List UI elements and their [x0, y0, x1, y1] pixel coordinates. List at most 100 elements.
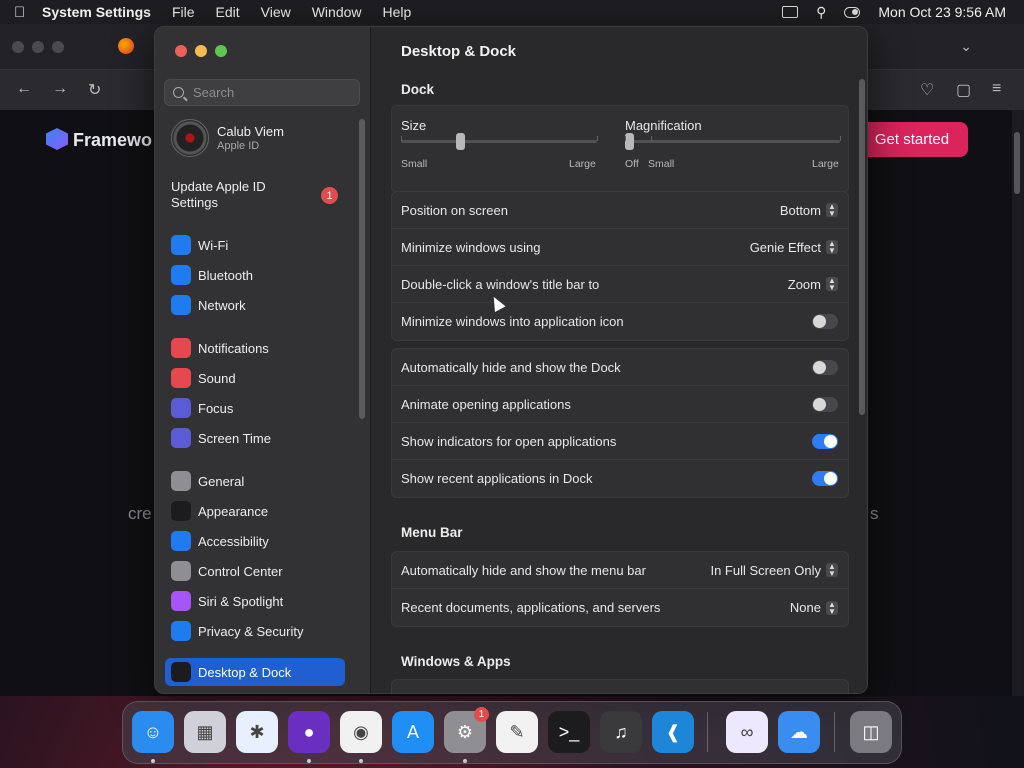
slider-tick — [650, 136, 652, 141]
menu-app-name[interactable]: System Settings — [42, 4, 151, 20]
magnification-min-label: Small — [648, 158, 675, 170]
sidebar-item-control-center[interactable]: Control Center — [165, 557, 345, 585]
search-input[interactable] — [193, 85, 343, 100]
dock-running-indicator — [359, 759, 363, 763]
size-slider-track[interactable] — [401, 140, 597, 143]
extensions-icon[interactable]: ▢ — [956, 80, 971, 100]
toggle-switch[interactable] — [812, 314, 838, 329]
popup-button[interactable]: None ▲ ▼ — [790, 600, 838, 615]
chrome-icon[interactable]: ◉ — [340, 711, 382, 753]
menu-help[interactable]: Help — [383, 4, 412, 20]
menu-icon[interactable]: ≡ — [992, 80, 1001, 98]
wifi-icon — [171, 235, 191, 255]
chevron-down-icon[interactable]: ⌄ — [960, 38, 972, 55]
main-scrollbar[interactable] — [859, 79, 865, 415]
menu-bar:  System Settings File Edit View Window … — [0, 0, 1024, 24]
pocket-icon[interactable]: ♡ — [920, 80, 934, 100]
weather-icon[interactable]: ☁ — [778, 711, 820, 753]
app-store-icon[interactable]: A — [392, 711, 434, 753]
framework-brand[interactable]: Framewo — [73, 130, 152, 151]
toggle-switch[interactable] — [812, 396, 838, 412]
magnification-slider-track[interactable] — [625, 140, 840, 143]
setting-label: Recent documents, applications, and serv… — [401, 600, 661, 615]
firefox-tab-icon[interactable] — [118, 38, 134, 54]
visual-studio-icon[interactable]: ∞ — [726, 711, 768, 753]
hero-text-right: s — [870, 504, 879, 523]
sidebar-item-label: Appearance — [198, 503, 269, 519]
toggle-switch[interactable] — [812, 433, 838, 449]
sidebar-item-siri-spotlight[interactable]: Siri & Spotlight — [165, 587, 345, 615]
sidebar-item-general[interactable]: General — [165, 467, 345, 495]
toggle-switch[interactable] — [812, 471, 838, 486]
popup-button[interactable]: Bottom ▲ ▼ — [780, 203, 838, 218]
popup-button[interactable]: In Full Screen Only ▲ ▼ — [710, 563, 838, 578]
screen-mirroring-icon[interactable] — [782, 6, 799, 18]
get-started-button[interactable]: Get started — [856, 122, 968, 157]
forward-icon[interactable]: → — [52, 80, 68, 98]
magnification-slider-thumb[interactable] — [625, 133, 634, 150]
sidebar-item-appearance[interactable]: Appearance — [165, 497, 345, 525]
back-icon[interactable]: ← — [16, 80, 32, 98]
sidebar-item-focus[interactable]: Focus — [165, 394, 345, 422]
apple-icon[interactable]:  — [14, 4, 42, 21]
minimize-button[interactable] — [195, 45, 207, 57]
menu-extras: ⚲ Mon Oct 23 9:56 AM — [764, 0, 1006, 24]
moon-icon — [171, 398, 191, 418]
sidebar-item-bluetooth[interactable]: Bluetooth — [165, 261, 345, 289]
firefox-icon[interactable]: ● — [288, 711, 330, 753]
trash-icon[interactable]: ◫ — [850, 711, 892, 753]
size-slider-thumb[interactable] — [455, 133, 465, 150]
update-badge: 1 — [321, 187, 338, 204]
dock-options-group: Position on screen Bottom ▲ ▼ Minimize windo… — [391, 191, 849, 341]
sidebar-item-accessibility[interactable]: Accessibility — [165, 527, 345, 555]
avatar — [171, 119, 209, 157]
sidebar-item-sound[interactable]: Sound — [165, 364, 345, 392]
dock-running-indicator — [307, 759, 311, 763]
finder-icon[interactable]: ☺ — [132, 711, 174, 753]
siri-icon — [171, 591, 191, 611]
control-center-icon[interactable] — [844, 6, 861, 18]
popup-button[interactable]: Genie Effect ▲ ▼ — [750, 240, 838, 255]
setting-row: Minimize windows using Genie Effect ▲ ▼ — [392, 229, 848, 266]
apple-id-profile[interactable]: Calub Viem Apple ID — [171, 119, 284, 157]
slider-tick — [840, 136, 841, 141]
browser-scrollbar[interactable] — [1012, 110, 1022, 696]
setting-label: Position on screen — [401, 202, 508, 218]
vscode-icon[interactable]: ❰ — [652, 711, 694, 753]
safari-icon[interactable]: ✱ — [236, 711, 278, 753]
main-pane: Desktop & Dock Dock Size Small Large Mag… — [371, 27, 867, 693]
sidebar-item-screen-time[interactable]: Screen Time — [165, 424, 345, 452]
sidebar-item-wi-fi[interactable]: Wi-Fi — [165, 231, 345, 259]
terminal-icon[interactable]: >_ — [548, 711, 590, 753]
spotlight-icon[interactable]: ⚲ — [816, 4, 826, 21]
zoom-button[interactable] — [215, 45, 227, 57]
setting-row: Double-click a window's title bar to Zoom… — [392, 266, 848, 303]
sidebar-item-desktop-dock[interactable]: Desktop & Dock — [165, 658, 345, 686]
search-field[interactable] — [164, 79, 360, 106]
dock-section-title: Dock — [401, 82, 435, 97]
sidebar-item-privacy-security[interactable]: Privacy & Security — [165, 617, 345, 645]
menu-window[interactable]: Window — [312, 4, 362, 20]
menu-edit[interactable]: Edit — [216, 4, 240, 20]
launchpad-icon[interactable]: ▦ — [184, 711, 226, 753]
setting-label: Automatically hide and show the Dock — [401, 359, 621, 375]
sidebar-item-notifications[interactable]: Notifications — [165, 334, 345, 362]
hand-icon — [171, 621, 191, 641]
menu-clock[interactable]: Mon Oct 23 9:56 AM — [878, 4, 1006, 20]
close-button[interactable] — [175, 45, 187, 57]
reload-icon[interactable]: ↻ — [88, 80, 101, 100]
popup-button[interactable]: Zoom ▲ ▼ — [788, 277, 838, 292]
textedit-icon[interactable]: ✎ — [496, 711, 538, 753]
search-icon — [173, 87, 184, 98]
appearance-icon — [171, 501, 191, 521]
sidebar-item-label: Wi-Fi — [198, 237, 229, 253]
sidebar-scrollbar[interactable] — [359, 119, 365, 419]
toggle-switch[interactable] — [812, 359, 838, 375]
menu-view[interactable]: View — [261, 4, 291, 20]
magnification-max-label: Large — [812, 158, 839, 170]
update-apple-id-settings[interactable]: Update Apple ID Settings — [171, 179, 281, 211]
menu-file[interactable]: File — [172, 4, 195, 20]
sidebar-item-network[interactable]: Network — [165, 291, 345, 319]
garageband-icon[interactable]: ♫ — [600, 711, 642, 753]
sidebar-item-label: Siri & Spotlight — [198, 593, 284, 609]
